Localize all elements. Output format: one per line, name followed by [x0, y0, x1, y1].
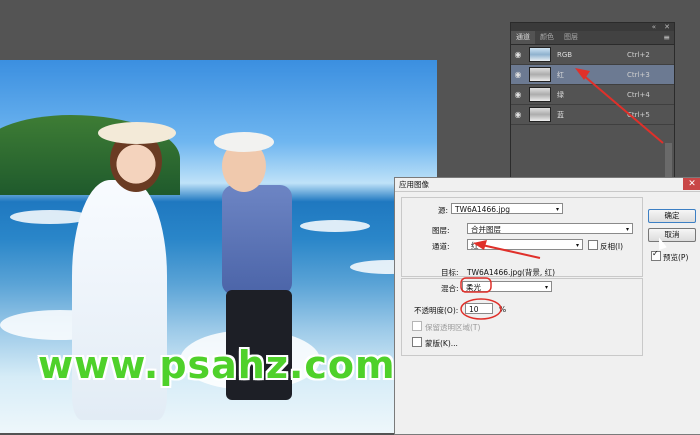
workspace: www.psahz.com « ✕ 通道 颜色 图层 ≡ ◉ RGB Ctrl+… — [0, 0, 700, 435]
opacity-highlight — [460, 298, 502, 320]
arrowhead-icon — [473, 240, 487, 250]
annotation-arrow — [582, 74, 664, 144]
blend-highlight — [460, 277, 492, 293]
annotation-overlay — [460, 68, 664, 320]
annotation-arrow — [481, 244, 541, 259]
